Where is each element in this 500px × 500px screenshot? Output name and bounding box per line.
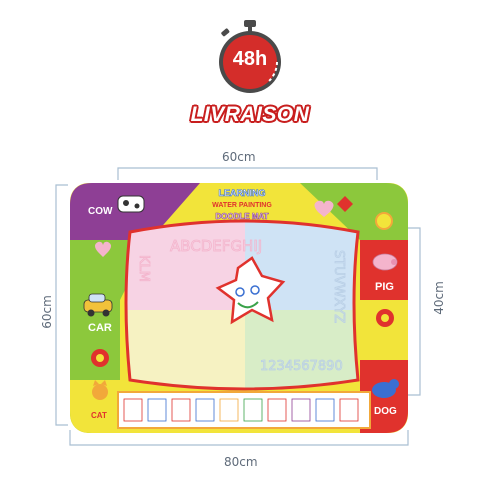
label-cow: COW	[88, 206, 113, 217]
alphabet-left: KLM	[136, 255, 151, 282]
flower-icon-right	[376, 309, 394, 327]
alphabet-top: ABCDEFGHIJ	[170, 237, 262, 255]
alphabet-right: STUVWXYZ	[331, 250, 346, 323]
sun-icon	[375, 212, 393, 230]
title-line-1: LEARNING	[219, 188, 266, 198]
pig-icon	[372, 253, 398, 271]
dimension-top: 60cm	[222, 150, 256, 164]
title-line-3: DOODLE MAT	[215, 212, 268, 221]
flower-icon	[91, 349, 109, 367]
digits-row: 1234567890	[260, 359, 343, 374]
label-cat: CAT	[91, 411, 107, 420]
title-line-2: WATER PAINTING	[212, 202, 272, 209]
label-dog: DOG	[374, 406, 397, 417]
label-car: CAR	[88, 322, 112, 334]
title-banner: LEARNING WATER PAINTING DOODLE MAT	[212, 188, 272, 222]
label-pig: PIG	[375, 281, 394, 293]
cow-icon	[117, 195, 145, 213]
dimension-bottom: 80cm	[224, 455, 258, 469]
dimension-left: 60cm	[39, 295, 54, 329]
dimension-right: 40cm	[431, 281, 446, 315]
mat-illustration: ABCDEFGHIJ 1234567890 STUVWXYZ KLM LEARN…	[55, 167, 421, 446]
